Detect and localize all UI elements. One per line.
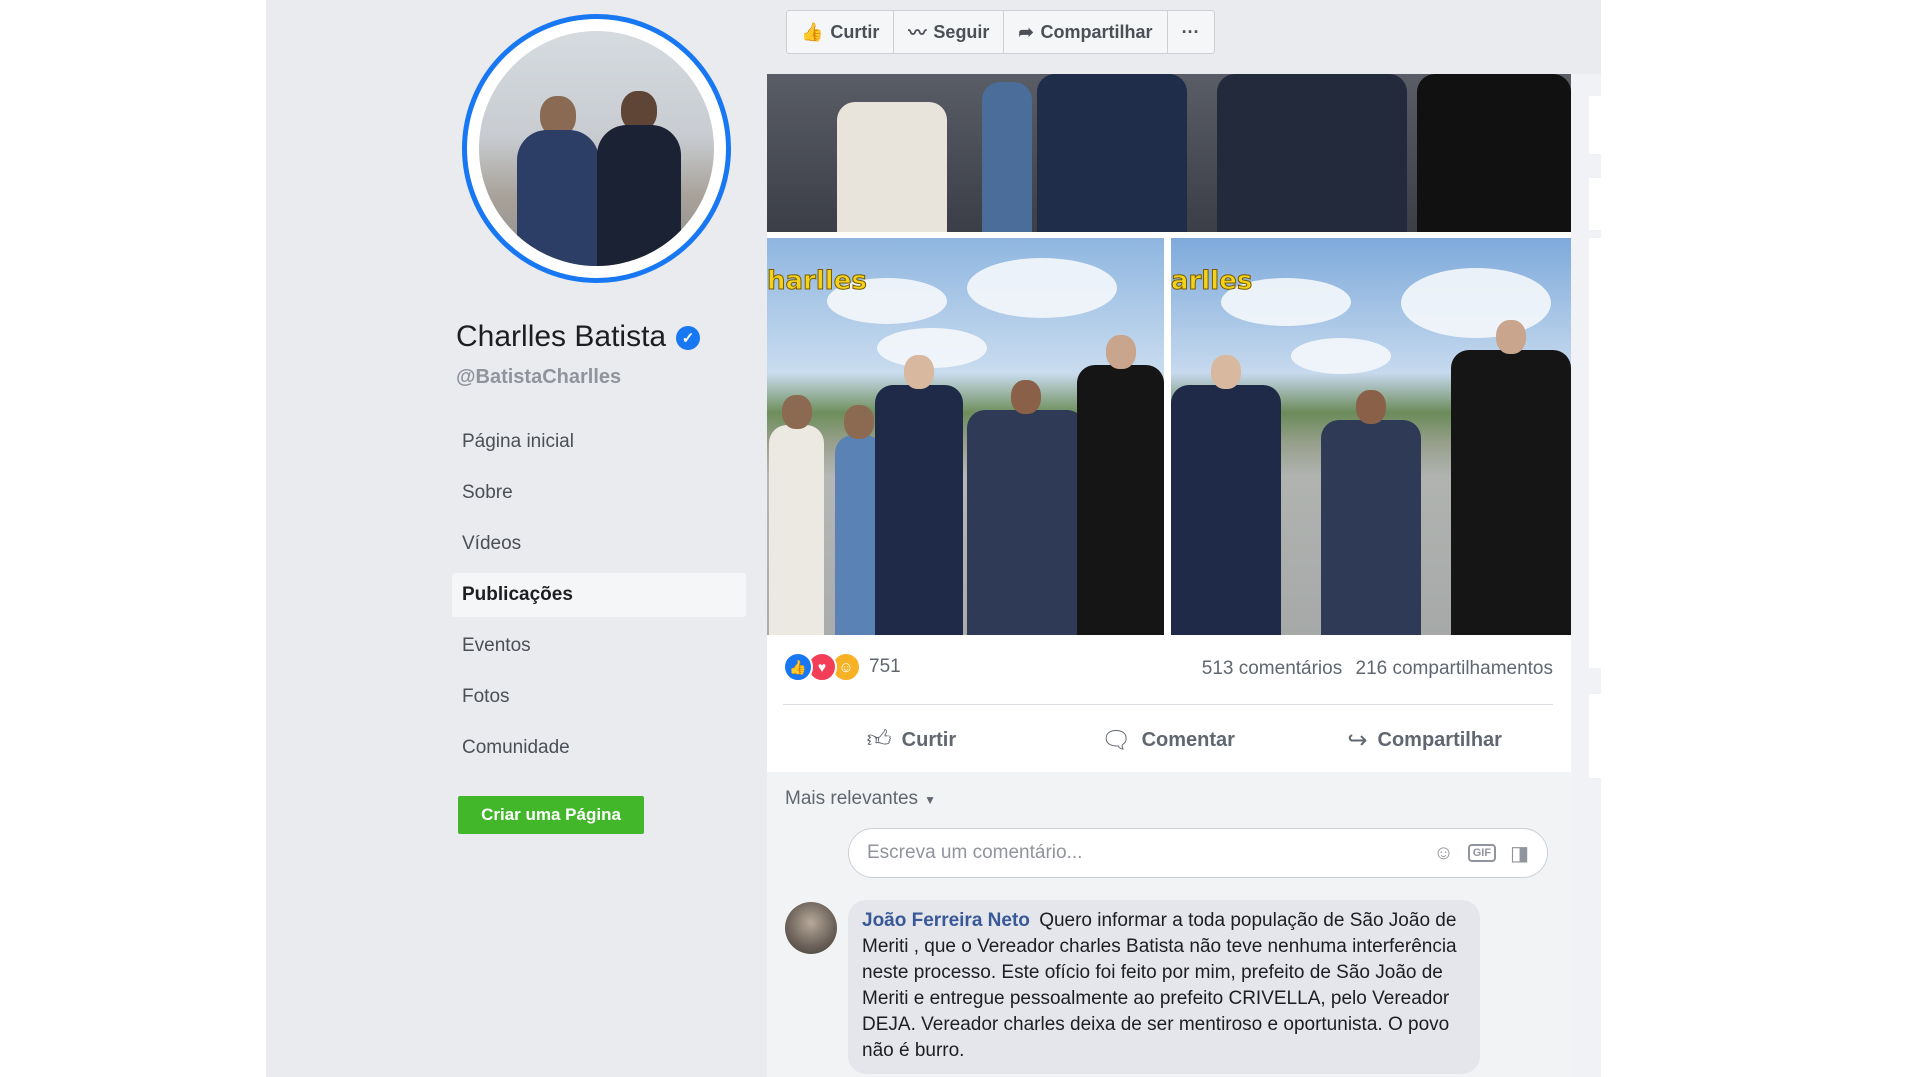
post-photo-top[interactable] [767, 74, 1571, 232]
share-page-button[interactable]: ➦ Compartilhar [1004, 11, 1168, 53]
post-photo-right[interactable]: arlles [1171, 238, 1571, 635]
page-nav: Página inicial Sobre Vídeos Publicações … [452, 420, 746, 777]
post-like-label: Curtir [901, 728, 957, 751]
comment-input-placeholder: Escreva um comentário... [867, 842, 1083, 863]
create-page-button[interactable]: Criar uma Página [458, 796, 644, 834]
follow-page-label: Seguir [933, 21, 990, 42]
page-action-bar: 👍 Curtir 〰 Seguir ➦ Compartilhar ··· [786, 10, 1215, 54]
post-actions: 👍︎ Curtir 🗨︎ Comentar ↪ Compartilhar [783, 712, 1553, 768]
thumbs-up-outline-icon: 👍︎ [866, 726, 892, 753]
thumbs-up-icon: 👍 [801, 21, 824, 42]
post-share-button[interactable]: ↪ Compartilhar [1296, 712, 1553, 768]
photo-separator [1164, 238, 1171, 635]
photo-person [517, 96, 599, 266]
caret-down-icon: ▼ [924, 793, 936, 807]
comment-sort-dropdown[interactable]: Mais relevantes ▼ [785, 788, 936, 810]
shares-count[interactable]: 216 compartilhamentos [1356, 658, 1554, 679]
more-options-label: ··· [1181, 21, 1200, 42]
page-handle[interactable]: @BatistaCharlles [456, 366, 621, 389]
emoji-icon[interactable]: ☺ [1433, 842, 1453, 865]
divider [783, 704, 1553, 705]
photo-logo-text: arlles [1171, 266, 1253, 297]
follow-page-button[interactable]: 〰 Seguir [894, 11, 1005, 53]
comment-text: Quero informar a toda população de São J… [862, 910, 1457, 1061]
comments-count[interactable]: 513 comentários [1202, 658, 1342, 679]
gif-icon[interactable]: GIF [1467, 844, 1497, 862]
right-rail-card [1589, 96, 1601, 154]
profile-photo [479, 31, 714, 266]
nav-item-home[interactable]: Página inicial [452, 420, 746, 464]
commenter-avatar[interactable] [785, 902, 837, 954]
reactions-count: 751 [869, 656, 901, 677]
like-page-label: Curtir [830, 21, 880, 42]
more-options-button[interactable]: ··· [1168, 11, 1214, 53]
nav-item-community[interactable]: Comunidade [452, 726, 746, 770]
page-name[interactable]: Charlles Batista [456, 320, 666, 354]
reactions-summary[interactable]: 👍 ♥ ☺ 751 [783, 652, 901, 682]
like-reaction-icon: 👍 [783, 652, 813, 682]
page-title: Charlles Batista ✓ [456, 320, 701, 354]
photo-logo-text: harlles [767, 266, 867, 297]
like-page-button[interactable]: 👍 Curtir [787, 11, 895, 53]
post-like-button[interactable]: 👍︎ Curtir [783, 712, 1040, 768]
nav-item-posts[interactable]: Publicações [452, 573, 746, 617]
profile-picture[interactable] [462, 14, 731, 283]
engagement-counts: 513 comentários 216 compartilhamentos [1202, 658, 1553, 680]
rss-icon: 〰 [908, 23, 927, 43]
right-rail-card [1589, 694, 1601, 778]
right-rail-card [1589, 238, 1601, 668]
post-share-label: Compartilhar [1377, 728, 1502, 751]
comment-bubble: João Ferreira Neto Quero informar a toda… [848, 900, 1480, 1074]
post-card: harlles arlles 👍 ♥ ☺ 751 513 comentários… [767, 74, 1571, 1077]
nav-item-photos[interactable]: Fotos [452, 675, 746, 719]
comment-input[interactable]: Escreva um comentário... ☺ GIF ◨ [848, 828, 1548, 878]
nav-item-videos[interactable]: Vídeos [452, 522, 746, 566]
share-page-label: Compartilhar [1040, 21, 1153, 42]
comment-author[interactable]: João Ferreira Neto [862, 910, 1030, 931]
share-arrow-icon: ➦ [1018, 21, 1034, 42]
post-comment-button[interactable]: 🗨︎ Comentar [1040, 712, 1297, 768]
sticker-icon[interactable]: ◨ [1510, 841, 1529, 866]
post-comment-label: Comentar [1141, 728, 1235, 751]
verified-badge-icon: ✓ [676, 326, 701, 350]
comment-sort-label: Mais relevantes [785, 788, 919, 809]
post-photo-left[interactable]: harlles [767, 238, 1164, 635]
photo-person [597, 91, 681, 266]
page-sidebar: Charlles Batista ✓ @BatistaCharlles Pági… [266, 0, 766, 1077]
comment-bubble-icon: 🗨︎ [1101, 726, 1132, 754]
share-arrow-icon: ↪ [1347, 726, 1368, 754]
nav-item-events[interactable]: Eventos [452, 624, 746, 668]
nav-item-about[interactable]: Sobre [452, 471, 746, 515]
right-rail-card [1589, 178, 1601, 230]
